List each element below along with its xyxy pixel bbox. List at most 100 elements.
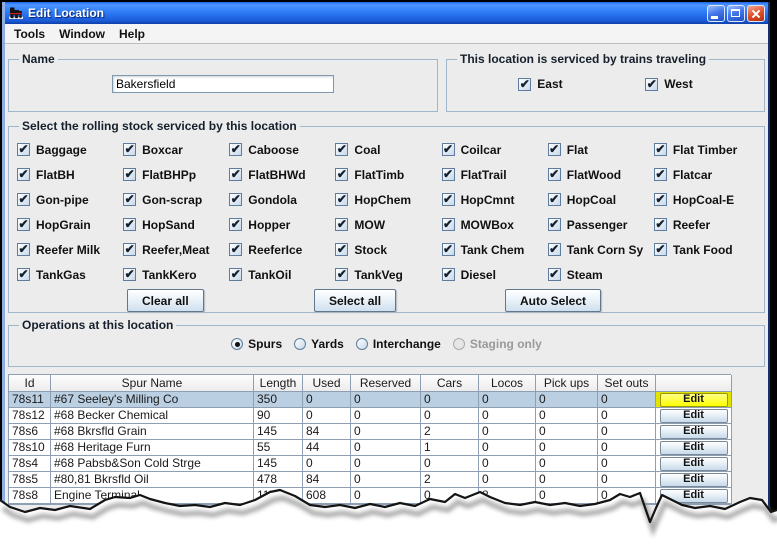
rolling-stock-checkbox-stock[interactable]: ✔Stock xyxy=(335,237,441,262)
checkbox-label: Gon-pipe xyxy=(36,193,89,207)
rolling-stock-checkbox-hopcoal-e[interactable]: ✔HopCoal-E xyxy=(654,187,760,212)
checkbox-icon: ✔ xyxy=(123,268,136,281)
column-header-pick-ups[interactable]: Pick ups xyxy=(536,375,598,392)
rolling-stock-checkbox-diesel[interactable]: ✔Diesel xyxy=(442,262,548,287)
rolling-stock-checkbox-hopcoal[interactable]: ✔HopCoal xyxy=(548,187,654,212)
radio-interchange[interactable]: Interchange xyxy=(356,337,441,351)
rolling-stock-checkbox-tankgas[interactable]: ✔TankGas xyxy=(17,262,123,287)
rolling-stock-checkbox-flatbhpp[interactable]: ✔FlatBHPp xyxy=(123,162,229,187)
column-header-locos[interactable]: Locos xyxy=(479,375,536,392)
column-header-edit[interactable] xyxy=(656,375,732,392)
checkbox-icon: ✔ xyxy=(335,168,348,181)
rolling-stock-checkbox-flat[interactable]: ✔Flat xyxy=(548,137,654,162)
column-header-id[interactable]: Id xyxy=(9,375,51,392)
rolling-stock-checkbox-hopsand[interactable]: ✔HopSand xyxy=(123,212,229,237)
table-cell: 0 xyxy=(303,392,351,408)
checkbox-icon: ✔ xyxy=(123,218,136,231)
checkbox-icon: ✔ xyxy=(17,268,30,281)
checkbox-label: TankOil xyxy=(248,268,291,282)
top-panels: Name This location is serviced by trains… xyxy=(8,52,765,112)
rolling-stock-checkbox-tank-chem[interactable]: ✔Tank Chem xyxy=(442,237,548,262)
checkbox-icon: ✔ xyxy=(518,78,531,91)
auto-select-button[interactable]: Auto Select xyxy=(505,289,601,312)
checkbox-label: FlatBHWd xyxy=(248,168,305,182)
rolling-stock-checkbox-coal[interactable]: ✔Coal xyxy=(335,137,441,162)
rolling-stock-checkbox-tankveg[interactable]: ✔TankVeg xyxy=(335,262,441,287)
checkbox-label: MOW xyxy=(354,218,385,232)
edit-button[interactable]: Edit xyxy=(660,441,728,455)
title-bar[interactable]: Edit Location xyxy=(5,2,768,24)
column-header-spur-name[interactable]: Spur Name xyxy=(51,375,254,392)
rolling-stock-checkbox-tank-corn-sy[interactable]: ✔Tank Corn Sy xyxy=(548,237,654,262)
rolling-stock-checkbox-tankoil[interactable]: ✔TankOil xyxy=(229,262,335,287)
radio-label: Interchange xyxy=(373,337,441,351)
rolling-stock-checkbox-flat-timber[interactable]: ✔Flat Timber xyxy=(654,137,760,162)
menu-item-help[interactable]: Help xyxy=(113,26,151,42)
column-header-set-outs[interactable]: Set outs xyxy=(598,375,656,392)
rolling-stock-checkbox-tankkero[interactable]: ✔TankKero xyxy=(123,262,229,287)
edit-button[interactable]: Edit xyxy=(660,393,728,407)
rolling-stock-checkbox-flattrail[interactable]: ✔FlatTrail xyxy=(442,162,548,187)
rolling-stock-checkbox-flatcar[interactable]: ✔Flatcar xyxy=(654,162,760,187)
column-header-length[interactable]: Length xyxy=(254,375,303,392)
rolling-stock-checkbox-reefer-milk[interactable]: ✔Reefer Milk xyxy=(17,237,123,262)
radio-yards[interactable]: Yards xyxy=(294,337,344,351)
radio-spurs[interactable]: Spurs xyxy=(231,337,282,351)
rolling-stock-checkbox-flatbhwd[interactable]: ✔FlatBHWd xyxy=(229,162,335,187)
rolling-stock-checkbox-passenger[interactable]: ✔Passenger xyxy=(548,212,654,237)
train-icon[interactable] xyxy=(8,5,24,21)
checkbox-icon: ✔ xyxy=(654,193,667,206)
edit-button[interactable]: Edit xyxy=(660,457,728,471)
rolling-stock-checkbox-reefer[interactable]: ✔Reefer xyxy=(654,212,760,237)
column-header-cars[interactable]: Cars xyxy=(421,375,479,392)
rolling-stock-checkbox-mowbox[interactable]: ✔MOWBox xyxy=(442,212,548,237)
rolling-stock-checkbox-gon-scrap[interactable]: ✔Gon-scrap xyxy=(123,187,229,212)
table-cell: 78s4 xyxy=(9,456,51,472)
column-header-reserved[interactable]: Reserved xyxy=(351,375,421,392)
rolling-stock-checkbox-baggage[interactable]: ✔Baggage xyxy=(17,137,123,162)
rolling-stock-checkbox-hopgrain[interactable]: ✔HopGrain xyxy=(17,212,123,237)
table-cell: 78s10 xyxy=(9,440,51,456)
table-cell: 0 xyxy=(598,456,656,472)
rolling-stock-checkbox-reeferice[interactable]: ✔ReeferIce xyxy=(229,237,335,262)
rolling-stock-checkbox-gon-pipe[interactable]: ✔Gon-pipe xyxy=(17,187,123,212)
rolling-stock-checkbox-hopper[interactable]: ✔Hopper xyxy=(229,212,335,237)
rolling-stock-checkbox-reefer-meat[interactable]: ✔Reefer,Meat xyxy=(123,237,229,262)
edit-cell: Edit xyxy=(656,440,732,456)
rolling-stock-checkbox-hopchem[interactable]: ✔HopChem xyxy=(335,187,441,212)
menu-item-tools[interactable]: Tools xyxy=(8,26,51,42)
rolling-stock-checkbox-flattimb[interactable]: ✔FlatTimb xyxy=(335,162,441,187)
direction-checkbox-east[interactable]: ✔East xyxy=(518,77,562,91)
rolling-stock-checkbox-flatwood[interactable]: ✔FlatWood xyxy=(548,162,654,187)
checkbox-label: Boxcar xyxy=(142,143,183,157)
minimize-button[interactable] xyxy=(707,5,725,22)
checkbox-label: West xyxy=(664,77,692,91)
close-button[interactable] xyxy=(747,5,765,22)
checkbox-icon: ✔ xyxy=(335,143,348,156)
rolling-stock-checkbox-hopcmnt[interactable]: ✔HopCmnt xyxy=(442,187,548,212)
edit-button[interactable]: Edit xyxy=(660,409,728,423)
table-cell: 350 xyxy=(254,392,303,408)
rolling-stock-checkbox-coilcar[interactable]: ✔Coilcar xyxy=(442,137,548,162)
edit-button[interactable]: Edit xyxy=(660,425,728,439)
table-cell: #67 Seeley's Milling Co xyxy=(51,392,254,408)
rolling-stock-checkbox-flatbh[interactable]: ✔FlatBH xyxy=(17,162,123,187)
checkbox-icon: ✔ xyxy=(442,243,455,256)
location-name-input[interactable] xyxy=(112,75,334,93)
rolling-stock-checkbox-gondola[interactable]: ✔Gondola xyxy=(229,187,335,212)
maximize-button[interactable] xyxy=(727,5,745,22)
table-cell: 0 xyxy=(479,424,536,440)
select-all-button[interactable]: Select all xyxy=(314,289,396,312)
menu-item-window[interactable]: Window xyxy=(53,26,111,42)
direction-checkbox-west[interactable]: ✔West xyxy=(645,77,692,91)
rolling-stock-checkbox-mow[interactable]: ✔MOW xyxy=(335,212,441,237)
clear-all-button[interactable]: Clear all xyxy=(127,289,204,312)
rolling-stock-checkbox-tank-food[interactable]: ✔Tank Food xyxy=(654,237,760,262)
checkbox-label: Baggage xyxy=(36,143,87,157)
table-cell: 0 xyxy=(303,408,351,424)
rolling-stock-checkbox-steam[interactable]: ✔Steam xyxy=(548,262,654,287)
rolling-stock-checkbox-caboose[interactable]: ✔Caboose xyxy=(229,137,335,162)
rolling-stock-checkbox-boxcar[interactable]: ✔Boxcar xyxy=(123,137,229,162)
column-header-used[interactable]: Used xyxy=(303,375,351,392)
maximize-icon xyxy=(731,9,740,17)
